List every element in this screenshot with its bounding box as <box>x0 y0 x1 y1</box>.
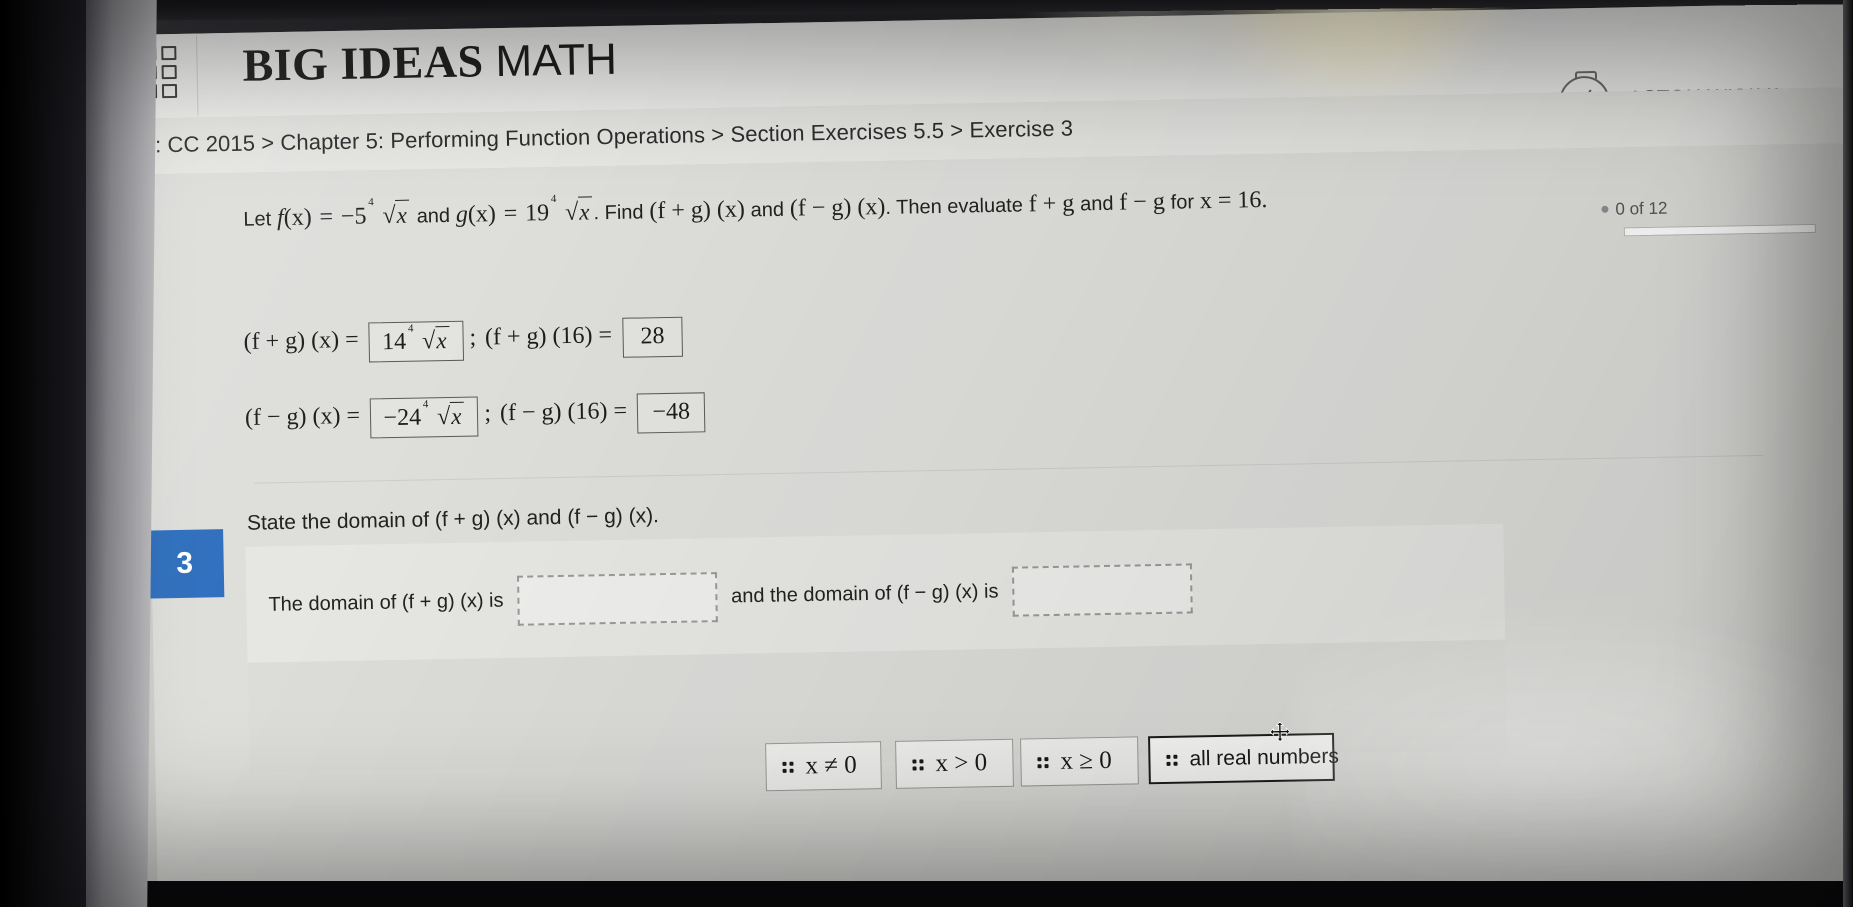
progress-indicator: 0 of 12 <box>1601 195 1845 237</box>
radical-sign-f: √ <box>382 202 396 230</box>
answer-row1-label: (f + g) (x) = <box>243 326 359 355</box>
radical-sign-g: √ <box>564 199 579 226</box>
prompt-g-name: g <box>455 201 469 228</box>
option-tile-x-gt-0[interactable]: x > 0 <box>895 738 1014 789</box>
prompt-lead: Let <box>243 208 272 231</box>
prompt-expr-sum: (f + g) (x) <box>649 196 746 225</box>
radical-index-f: 4 <box>368 196 374 209</box>
prompt-x-value: x = 16. <box>1199 186 1268 215</box>
option-tile-x-gte-0[interactable]: x ≥ 0 <box>1020 736 1139 787</box>
answer-row1-eval-label: (f + g) (16) = <box>484 322 613 351</box>
radical-index-g: 4 <box>550 192 557 206</box>
screen-bezel-bottom <box>0 881 1853 907</box>
radical-index-answer-1: 4 <box>407 322 414 335</box>
answer-input-sum-value[interactable]: 28 <box>622 316 683 358</box>
prompt-and-1: and <box>416 204 451 228</box>
question-number: 3 <box>176 546 194 581</box>
radical-sign-answer-2: √ <box>436 403 451 431</box>
laptop-screen: &classroomId=7af0c73d-4... BIG IDEAS MAT… <box>0 0 1853 907</box>
brand-light-text: MATH <box>495 34 618 87</box>
prompt-then: . Then evaluate <box>885 194 1024 219</box>
screen-bezel-left <box>0 0 86 907</box>
prompt-f-coef: −5 <box>340 203 367 230</box>
radical-answer-2: 4 √x <box>422 398 465 432</box>
prompt-expr-diff: (f − g) (x) <box>789 193 886 222</box>
option-label-x-neq-0: x ≠ 0 <box>805 751 857 780</box>
prompt-and-3: and <box>1079 192 1114 216</box>
domain-dropzone-diff[interactable] <box>1011 563 1193 617</box>
radical-index-answer-2: 4 <box>422 398 429 411</box>
radical-sign-answer-1: √ <box>421 328 436 355</box>
prompt-find: . Find <box>593 201 644 225</box>
prompt-fg-diff: f − g <box>1119 188 1166 216</box>
photo-of-screen: &classroomId=7af0c73d-4... BIG IDEAS MAT… <box>0 0 1853 907</box>
radicand-answer-2: x <box>449 401 465 430</box>
answer-row2-label: (f − g) (x) = <box>244 402 361 431</box>
answer-row-diff: (f − g) (x) = −24 4 √x; (f − g) (16) = −48 <box>245 392 712 441</box>
prompt-for: for <box>1170 191 1195 214</box>
answer-row2-separator: ; <box>484 400 492 427</box>
brand-bold-text: BIG IDEAS <box>242 35 484 91</box>
prompt-f-arg: (x) <box>283 204 312 231</box>
prompt-fg-sum: f + g <box>1028 190 1075 218</box>
option-tile-x-neq-0[interactable]: x ≠ 0 <box>765 741 882 792</box>
drag-handle-icon[interactable] <box>1166 754 1178 766</box>
prompt-eq-1: = <box>319 204 334 231</box>
answer-row2-coef: −24 <box>383 404 422 432</box>
brand-logo: BIG IDEAS MATH <box>242 32 617 92</box>
prompt-g-arg: (x) <box>467 201 497 228</box>
move-cursor-icon <box>1269 721 1291 743</box>
option-tile-all-real-numbers[interactable]: all real numbers <box>1148 732 1339 785</box>
domain-sentence-part-b: and the domain of (f − g) (x) is <box>730 580 999 608</box>
drag-handle-icon[interactable] <box>912 758 924 771</box>
radicand-f: x <box>395 199 411 230</box>
answer-input-diff-expression[interactable]: −24 4 √x <box>370 396 479 439</box>
question-number-badge: 3 <box>145 529 225 599</box>
progress-label: 0 of 12 <box>1615 198 1668 219</box>
answer-row2-eval-value: −48 <box>652 398 691 426</box>
radical-g: 4 √x <box>550 192 593 228</box>
answer-row1-coef: 14 <box>381 328 407 356</box>
answer-row1-separator: ; <box>469 324 477 351</box>
prompt-eq-2: = <box>503 200 518 227</box>
screen-bezel-right <box>1843 0 1853 907</box>
option-label-x-gt-0: x > 0 <box>935 749 988 778</box>
domain-sentence-part-a: The domain of (f + g) (x) is <box>268 589 504 616</box>
radicand-answer-1: x <box>435 325 450 355</box>
drag-handle-icon[interactable] <box>782 761 794 773</box>
radicand-g: x <box>577 196 593 227</box>
answer-input-sum-expression[interactable]: 14 4 √x <box>368 320 464 363</box>
prompt-g-coef: 19 <box>524 200 550 227</box>
option-label-x-gte-0: x ≥ 0 <box>1060 746 1112 775</box>
radical-answer-1: 4 √x <box>407 322 450 356</box>
radical-f: 4 √x <box>367 196 411 232</box>
answer-row-sum: (f + g) (x) = 14 4 √x; (f + g) (16) = 28 <box>243 316 689 365</box>
answer-row2-eval-label: (f − g) (16) = <box>499 397 628 427</box>
drag-handle-icon[interactable] <box>1037 756 1049 768</box>
answer-input-diff-value[interactable]: −48 <box>637 392 706 434</box>
option-label-all-real-numbers: all real numbers <box>1189 744 1340 771</box>
domain-dropzone-sum[interactable] <box>516 572 718 626</box>
prompt-and-2: and <box>750 198 785 222</box>
answer-row1-eval-value: 28 <box>640 323 665 350</box>
